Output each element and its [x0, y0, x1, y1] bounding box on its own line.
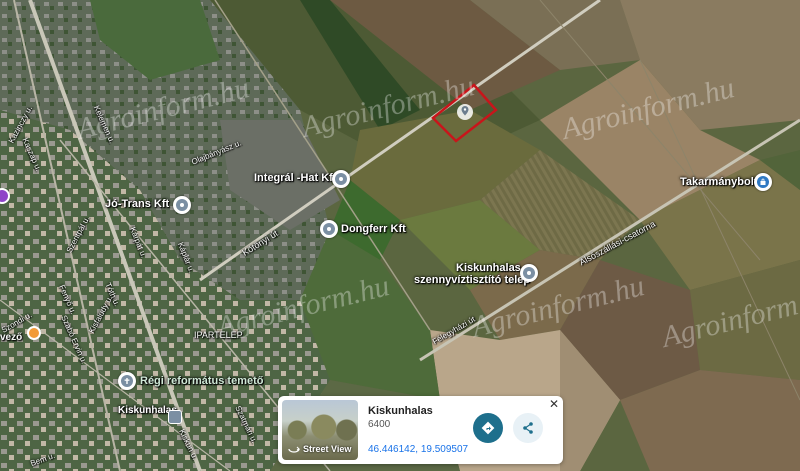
location-pin-icon[interactable] [173, 196, 191, 214]
street-view-icon [288, 446, 300, 453]
card-zip: 6400 [368, 419, 391, 430]
train-station-icon[interactable] [168, 410, 182, 424]
poi-label-cemetery[interactable]: Régi református temető [140, 375, 263, 387]
selected-location-icon[interactable] [457, 104, 473, 120]
street-view-label: Street View [303, 444, 352, 454]
poi-label-dongferr[interactable]: Dongferr Kft [341, 223, 406, 235]
poi-label-jotrans[interactable]: Jó-Trans Kft [105, 198, 169, 210]
card-coordinates[interactable]: 46.446142, 19.509507 [368, 444, 468, 455]
poi-label-wastewater-2[interactable]: szennyvíztisztító telep [414, 274, 530, 286]
restaurant-icon[interactable] [27, 326, 41, 340]
share-button[interactable] [513, 413, 543, 443]
location-pin-icon[interactable] [320, 220, 338, 238]
directions-icon [481, 421, 495, 435]
street-view-thumbnail[interactable]: Street View [282, 400, 358, 460]
area-label-ipartelep: IPARTELEP [194, 330, 243, 340]
poi-label-integral[interactable]: Integrál -Hat Kft [254, 172, 337, 184]
card-title: Kiskunhalas [368, 405, 433, 417]
street-label: vező [0, 332, 23, 343]
poi-label-wastewater[interactable]: Kiskunhalas [456, 262, 521, 274]
directions-button[interactable] [473, 413, 503, 443]
close-icon[interactable]: ✕ [548, 398, 560, 410]
share-icon [523, 422, 533, 434]
location-pin-icon[interactable] [332, 170, 350, 188]
location-pin-icon[interactable] [520, 264, 538, 282]
cemetery-icon[interactable] [118, 372, 136, 390]
poi-label-takarmanybolt[interactable]: Takarmánybolt [680, 176, 757, 188]
place-info-card[interactable]: Street View Kiskunhalas 6400 46.446142, … [278, 396, 563, 464]
street-view-button[interactable]: Street View [288, 444, 351, 454]
shopping-bag-icon[interactable] [754, 173, 772, 191]
